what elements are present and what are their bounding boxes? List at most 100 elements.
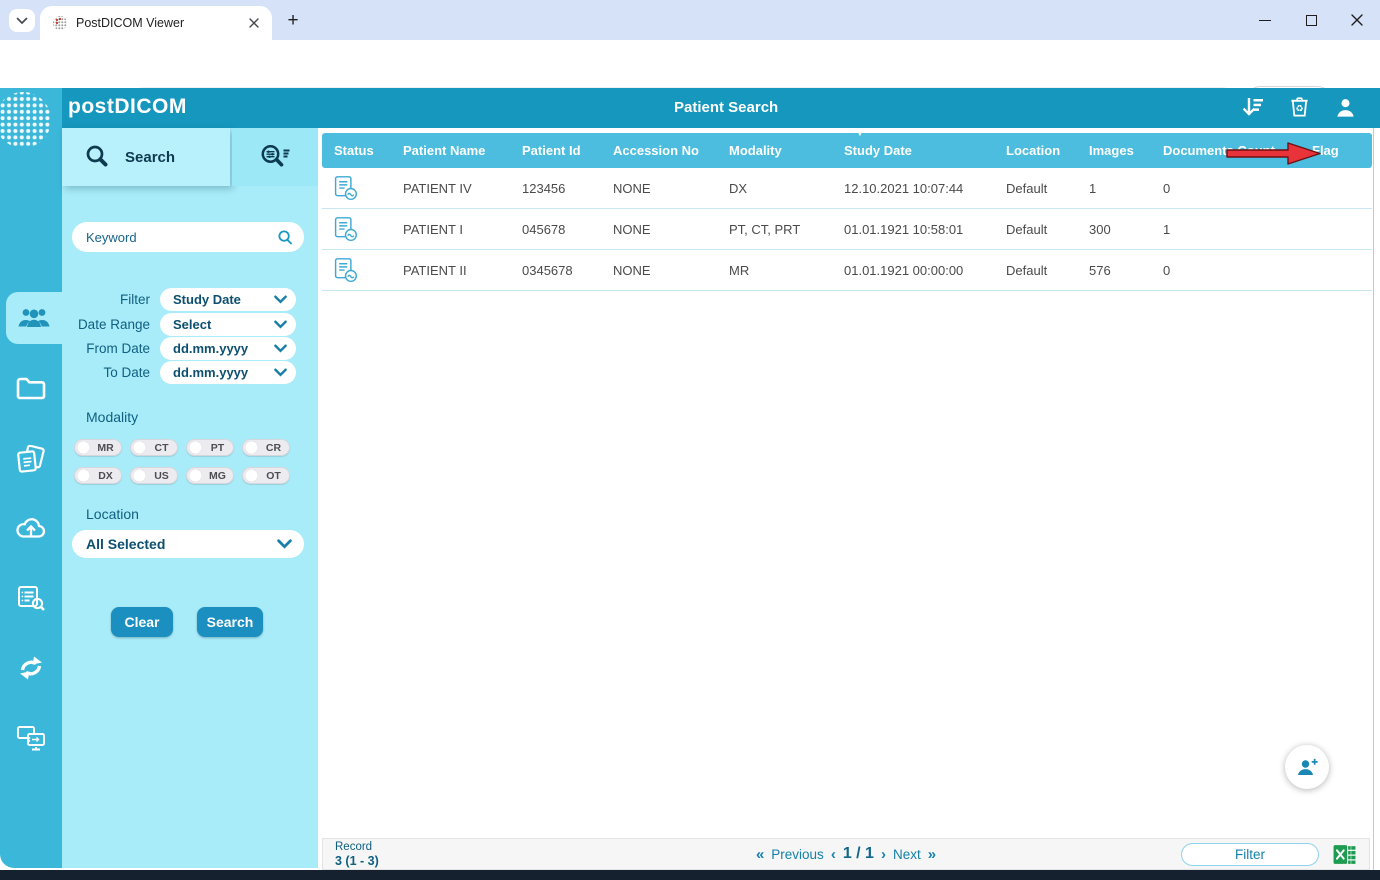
add-user-icon <box>1298 758 1318 775</box>
location-label: Location <box>86 506 139 522</box>
study-date-cell: 12.10.2021 10:07:44 <box>844 180 964 196</box>
sidebar-item-folders[interactable] <box>0 366 62 410</box>
last-page-icon[interactable]: » <box>928 846 936 863</box>
maximize-button[interactable] <box>1288 0 1334 40</box>
col-study-date[interactable]: ▼ Study Date <box>832 129 994 158</box>
patient-id-cell: 0345678 <box>522 262 573 278</box>
filter-row: Filter Study Date <box>62 288 318 311</box>
close-button[interactable] <box>1334 0 1380 40</box>
documents-cell: 1 <box>1163 221 1171 237</box>
sidebar-item-sync[interactable] <box>0 646 62 690</box>
user-account-button[interactable] <box>1332 94 1358 120</box>
to-date-select[interactable]: dd.mm.yyyy <box>160 361 296 384</box>
folder-icon <box>16 377 46 400</box>
minimize-button[interactable] <box>1242 0 1288 40</box>
sidebar-item-records[interactable] <box>0 438 62 482</box>
tab-basic-search[interactable]: Search <box>62 128 230 186</box>
col-status[interactable]: Status <box>322 143 391 158</box>
modality-toggle-mg[interactable]: MG <box>186 467 234 484</box>
modality-toggle-ot[interactable]: OT <box>242 467 290 484</box>
toggle-dot <box>133 441 146 454</box>
col-location[interactable]: Location <box>994 143 1077 158</box>
previous-page-button[interactable]: Previous <box>771 847 824 862</box>
app-logo-mark <box>0 92 51 148</box>
keyword-search-icon[interactable] <box>277 229 294 246</box>
col-patient-id[interactable]: Patient Id <box>510 143 601 158</box>
cloud-upload-icon <box>16 518 46 538</box>
sync-arrows-icon <box>20 656 42 680</box>
filter-select[interactable]: Study Date <box>160 288 296 311</box>
keyword-input[interactable] <box>86 229 277 245</box>
favicon <box>53 16 67 30</box>
download-queue-button[interactable] <box>1240 94 1266 120</box>
modality-cell: MR <box>729 262 750 278</box>
study-status-icon <box>334 257 358 282</box>
to-date-label: To Date <box>103 365 150 380</box>
record-label: Record <box>335 841 373 853</box>
study-date-cell: 01.01.1921 00:00:00 <box>844 262 964 278</box>
status-cell[interactable] <box>322 216 391 243</box>
tab-close-icon[interactable] <box>246 15 262 31</box>
date-range-select[interactable]: Select <box>160 313 296 336</box>
from-date-select[interactable]: dd.mm.yyyy <box>160 337 296 360</box>
export-excel-button[interactable] <box>1332 842 1357 867</box>
keyword-field-wrap <box>72 222 304 252</box>
clear-button[interactable]: Clear <box>111 607 173 637</box>
record-cards-icon <box>17 445 45 473</box>
modality-toggle-pt[interactable]: PT <box>186 439 234 456</box>
toggle-dot <box>77 469 90 482</box>
sort-desc-icon: ▼ <box>856 129 864 138</box>
to-date-row: To Date dd.mm.yyyy <box>62 361 318 384</box>
tab-search-chevron-button[interactable] <box>9 9 35 32</box>
chevron-down-icon <box>277 539 292 549</box>
tab-advanced-search[interactable] <box>232 128 318 186</box>
location-cell: Default <box>1006 180 1048 196</box>
svg-text:♻: ♻ <box>1295 104 1303 114</box>
status-cell[interactable] <box>322 175 391 202</box>
modality-toggle-mr[interactable]: MR <box>74 439 122 456</box>
new-tab-button[interactable]: + <box>282 10 304 32</box>
modality-toggle-dx[interactable]: DX <box>74 467 122 484</box>
col-patient-name[interactable]: Patient Name <box>391 143 510 158</box>
images-cell: 300 <box>1089 221 1111 237</box>
search-icon <box>86 145 108 166</box>
from-date-row: From Date dd.mm.yyyy <box>62 337 318 360</box>
sidebar-item-worklist[interactable] <box>0 576 62 620</box>
date-range-row: Date Range Select <box>62 313 318 336</box>
first-page-icon[interactable]: « <box>756 846 764 863</box>
device-share-icon <box>17 726 45 751</box>
toggle-dot <box>189 441 202 454</box>
header-actions: ♻ <box>1240 94 1358 120</box>
patient-name-cell: PATIENT II <box>403 262 467 278</box>
status-cell[interactable] <box>322 257 391 284</box>
col-accession-no[interactable]: Accession No <box>601 143 717 158</box>
sidebar <box>0 88 62 868</box>
sidebar-item-upload[interactable] <box>0 506 62 550</box>
add-patient-fab[interactable] <box>1285 745 1329 789</box>
col-images[interactable]: Images <box>1077 143 1151 158</box>
table-row[interactable]: PATIENT II 0345678 NONE MR 01.01.1921 00… <box>322 250 1372 291</box>
patient-id-cell: 123456 <box>522 180 566 196</box>
modality-label: Modality <box>86 409 139 425</box>
previous-page-icon[interactable]: ‹ <box>831 846 836 863</box>
table-footer: Record 3 (1 - 3) « Previous ‹ 1 / 1 › Ne… <box>322 838 1370 870</box>
table-row[interactable]: PATIENT I 045678 NONE PT, CT, PRT 01.01.… <box>322 209 1372 250</box>
next-page-icon[interactable]: › <box>881 846 886 863</box>
table-row[interactable]: PATIENT IV 123456 NONE DX 12.10.2021 10:… <box>322 168 1372 209</box>
next-page-button[interactable]: Next <box>893 847 921 862</box>
modality-toggle-cr[interactable]: CR <box>242 439 290 456</box>
modality-toggle-ct[interactable]: CT <box>130 439 178 456</box>
col-modality[interactable]: Modality <box>717 143 832 158</box>
browser-tab[interactable]: PostDICOM Viewer <box>40 6 272 40</box>
footer-filter-button[interactable]: Filter <box>1181 843 1319 866</box>
search-button[interactable]: Search <box>197 607 263 637</box>
modality-cell: DX <box>729 180 748 196</box>
sidebar-item-patients[interactable] <box>6 292 62 344</box>
patient-id-cell: 045678 <box>522 221 566 237</box>
toggle-dot <box>189 469 202 482</box>
study-status-icon <box>334 175 358 200</box>
modality-toggle-us[interactable]: US <box>130 467 178 484</box>
sidebar-item-share[interactable] <box>0 716 62 760</box>
recycle-bin-button[interactable]: ♻ <box>1286 94 1312 120</box>
location-select[interactable]: All Selected <box>72 530 304 558</box>
